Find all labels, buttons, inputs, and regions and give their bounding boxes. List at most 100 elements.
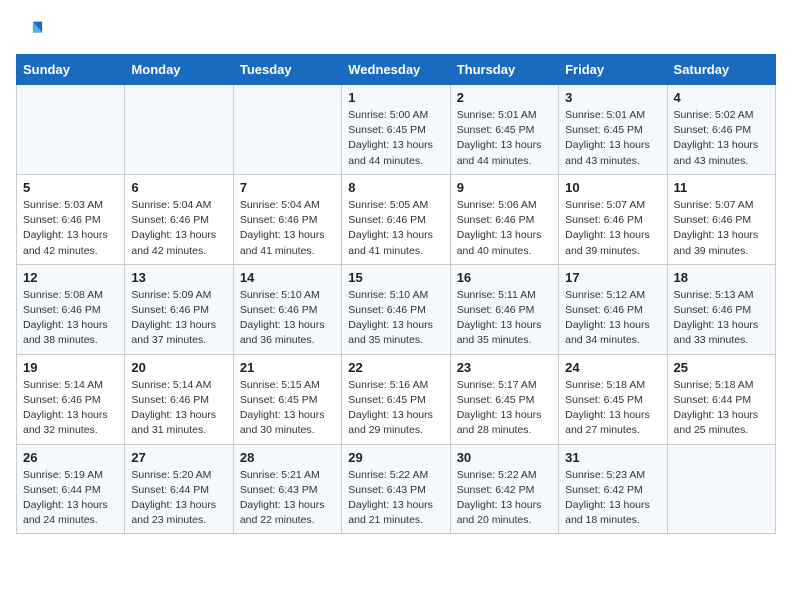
day-number: 6 (131, 180, 226, 195)
calendar-cell: 3 Sunrise: 5:01 AMSunset: 6:45 PMDaylight… (559, 85, 667, 175)
calendar-cell: 31Sunrise: 5:23 AMSunset: 6:42 PMDayligh… (559, 444, 667, 534)
day-info: Sunrise: 5:10 AMSunset: 6:46 PMDaylight:… (240, 288, 335, 349)
day-info: Sunrise: 5:18 AMSunset: 6:45 PMDaylight:… (565, 378, 660, 439)
day-number: 11 (674, 180, 769, 195)
calendar-cell: 13Sunrise: 5:09 AMSunset: 6:46 PMDayligh… (125, 264, 233, 354)
day-number: 29 (348, 450, 443, 465)
day-number: 30 (457, 450, 552, 465)
day-number: 3 (565, 90, 660, 105)
day-number: 31 (565, 450, 660, 465)
calendar-cell: 27 Sunrise: 5:20 AMSunset: 6:44 PMDayligh… (125, 444, 233, 534)
column-header-friday: Friday (559, 55, 667, 85)
day-info: Sunrise: 5:01 AMSunset: 6:45 PMDaylight:… (565, 108, 660, 169)
day-info: Sunrise: 5:12 AMSunset: 6:46 PMDaylight:… (565, 288, 660, 349)
day-number: 4 (674, 90, 769, 105)
calendar-cell: 8 Sunrise: 5:05 AMSunset: 6:46 PMDaylight… (342, 174, 450, 264)
day-info: Sunrise: 5:14 AMSunset: 6:46 PMDaylight:… (131, 378, 226, 439)
calendar-cell: 11 Sunrise: 5:07 AMSunset: 6:46 PMDayligh… (667, 174, 775, 264)
calendar-table: SundayMondayTuesdayWednesdayThursdayFrid… (16, 54, 776, 534)
day-number: 28 (240, 450, 335, 465)
column-header-wednesday: Wednesday (342, 55, 450, 85)
day-info: Sunrise: 5:07 AMSunset: 6:46 PMDaylight:… (565, 198, 660, 259)
page-header (16, 16, 776, 44)
day-info: Sunrise: 5:02 AMSunset: 6:46 PMDaylight:… (674, 108, 769, 169)
calendar-cell: 25 Sunrise: 5:18 AMSunset: 6:44 PMDayligh… (667, 354, 775, 444)
calendar-cell: 22 Sunrise: 5:16 AMSunset: 6:45 PMDayligh… (342, 354, 450, 444)
calendar-cell (125, 85, 233, 175)
column-header-thursday: Thursday (450, 55, 558, 85)
calendar-cell: 2 Sunrise: 5:01 AMSunset: 6:45 PMDaylight… (450, 85, 558, 175)
calendar-cell: 6 Sunrise: 5:04 AMSunset: 6:46 PMDaylight… (125, 174, 233, 264)
day-info: Sunrise: 5:06 AMSunset: 6:46 PMDaylight:… (457, 198, 552, 259)
calendar-cell: 21 Sunrise: 5:15 AMSunset: 6:45 PMDayligh… (233, 354, 341, 444)
calendar-cell: 16 Sunrise: 5:11 AMSunset: 6:46 PMDayligh… (450, 264, 558, 354)
day-number: 27 (131, 450, 226, 465)
calendar-cell: 9 Sunrise: 5:06 AMSunset: 6:46 PMDaylight… (450, 174, 558, 264)
calendar-cell (17, 85, 125, 175)
day-number: 15 (348, 270, 443, 285)
day-info: Sunrise: 5:15 AMSunset: 6:45 PMDaylight:… (240, 378, 335, 439)
day-number: 25 (674, 360, 769, 375)
day-info: Sunrise: 5:07 AMSunset: 6:46 PMDaylight:… (674, 198, 769, 259)
column-header-monday: Monday (125, 55, 233, 85)
calendar-cell: 14 Sunrise: 5:10 AMSunset: 6:46 PMDayligh… (233, 264, 341, 354)
calendar-cell: 30 Sunrise: 5:22 AMSunset: 6:42 PMDayligh… (450, 444, 558, 534)
day-number: 23 (457, 360, 552, 375)
day-info: Sunrise: 5:00 AMSunset: 6:45 PMDaylight:… (348, 108, 443, 169)
day-info: Sunrise: 5:04 AMSunset: 6:46 PMDaylight:… (131, 198, 226, 259)
day-info: Sunrise: 5:16 AMSunset: 6:45 PMDaylight:… (348, 378, 443, 439)
day-info: Sunrise: 5:19 AMSunset: 6:44 PMDaylight:… (23, 468, 118, 529)
column-header-sunday: Sunday (17, 55, 125, 85)
day-number: 26 (23, 450, 118, 465)
calendar-cell: 7 Sunrise: 5:04 AMSunset: 6:46 PMDaylight… (233, 174, 341, 264)
calendar-cell: 24 Sunrise: 5:18 AMSunset: 6:45 PMDayligh… (559, 354, 667, 444)
day-number: 7 (240, 180, 335, 195)
day-number: 18 (674, 270, 769, 285)
day-number: 10 (565, 180, 660, 195)
day-number: 21 (240, 360, 335, 375)
column-header-tuesday: Tuesday (233, 55, 341, 85)
day-info: Sunrise: 5:17 AMSunset: 6:45 PMDaylight:… (457, 378, 552, 439)
column-header-saturday: Saturday (667, 55, 775, 85)
calendar-cell: 17 Sunrise: 5:12 AMSunset: 6:46 PMDayligh… (559, 264, 667, 354)
calendar-cell (233, 85, 341, 175)
day-number: 24 (565, 360, 660, 375)
day-number: 22 (348, 360, 443, 375)
calendar-cell: 19Sunrise: 5:14 AMSunset: 6:46 PMDayligh… (17, 354, 125, 444)
day-info: Sunrise: 5:21 AMSunset: 6:43 PMDaylight:… (240, 468, 335, 529)
day-number: 9 (457, 180, 552, 195)
logo (16, 16, 48, 44)
day-info: Sunrise: 5:20 AMSunset: 6:44 PMDaylight:… (131, 468, 226, 529)
day-info: Sunrise: 5:08 AMSunset: 6:46 PMDaylight:… (23, 288, 118, 349)
calendar-cell: 5 Sunrise: 5:03 AMSunset: 6:46 PMDaylight… (17, 174, 125, 264)
day-number: 2 (457, 90, 552, 105)
day-number: 17 (565, 270, 660, 285)
day-info: Sunrise: 5:22 AMSunset: 6:43 PMDaylight:… (348, 468, 443, 529)
calendar-cell: 28 Sunrise: 5:21 AMSunset: 6:43 PMDayligh… (233, 444, 341, 534)
calendar-cell: 15 Sunrise: 5:10 AMSunset: 6:46 PMDayligh… (342, 264, 450, 354)
logo-icon (16, 16, 44, 44)
calendar-cell: 12Sunrise: 5:08 AMSunset: 6:46 PMDayligh… (17, 264, 125, 354)
calendar-cell: 10 Sunrise: 5:07 AMSunset: 6:46 PMDayligh… (559, 174, 667, 264)
calendar-cell (667, 444, 775, 534)
day-info: Sunrise: 5:03 AMSunset: 6:46 PMDaylight:… (23, 198, 118, 259)
day-info: Sunrise: 5:10 AMSunset: 6:46 PMDaylight:… (348, 288, 443, 349)
day-number: 8 (348, 180, 443, 195)
calendar-cell: 26 Sunrise: 5:19 AMSunset: 6:44 PMDayligh… (17, 444, 125, 534)
day-number: 20 (131, 360, 226, 375)
day-info: Sunrise: 5:11 AMSunset: 6:46 PMDaylight:… (457, 288, 552, 349)
day-number: 14 (240, 270, 335, 285)
day-number: 16 (457, 270, 552, 285)
day-info: Sunrise: 5:18 AMSunset: 6:44 PMDaylight:… (674, 378, 769, 439)
calendar-cell: 20 Sunrise: 5:14 AMSunset: 6:46 PMDayligh… (125, 354, 233, 444)
day-info: Sunrise: 5:04 AMSunset: 6:46 PMDaylight:… (240, 198, 335, 259)
calendar-cell: 18 Sunrise: 5:13 AMSunset: 6:46 PMDayligh… (667, 264, 775, 354)
calendar-cell: 1 Sunrise: 5:00 AMSunset: 6:45 PMDaylight… (342, 85, 450, 175)
day-info: Sunrise: 5:01 AMSunset: 6:45 PMDaylight:… (457, 108, 552, 169)
day-number: 5 (23, 180, 118, 195)
day-info: Sunrise: 5:13 AMSunset: 6:46 PMDaylight:… (674, 288, 769, 349)
day-info: Sunrise: 5:22 AMSunset: 6:42 PMDaylight:… (457, 468, 552, 529)
day-number: 1 (348, 90, 443, 105)
day-info: Sunrise: 5:09 AMSunset: 6:46 PMDaylight:… (131, 288, 226, 349)
day-info: Sunrise: 5:05 AMSunset: 6:46 PMDaylight:… (348, 198, 443, 259)
